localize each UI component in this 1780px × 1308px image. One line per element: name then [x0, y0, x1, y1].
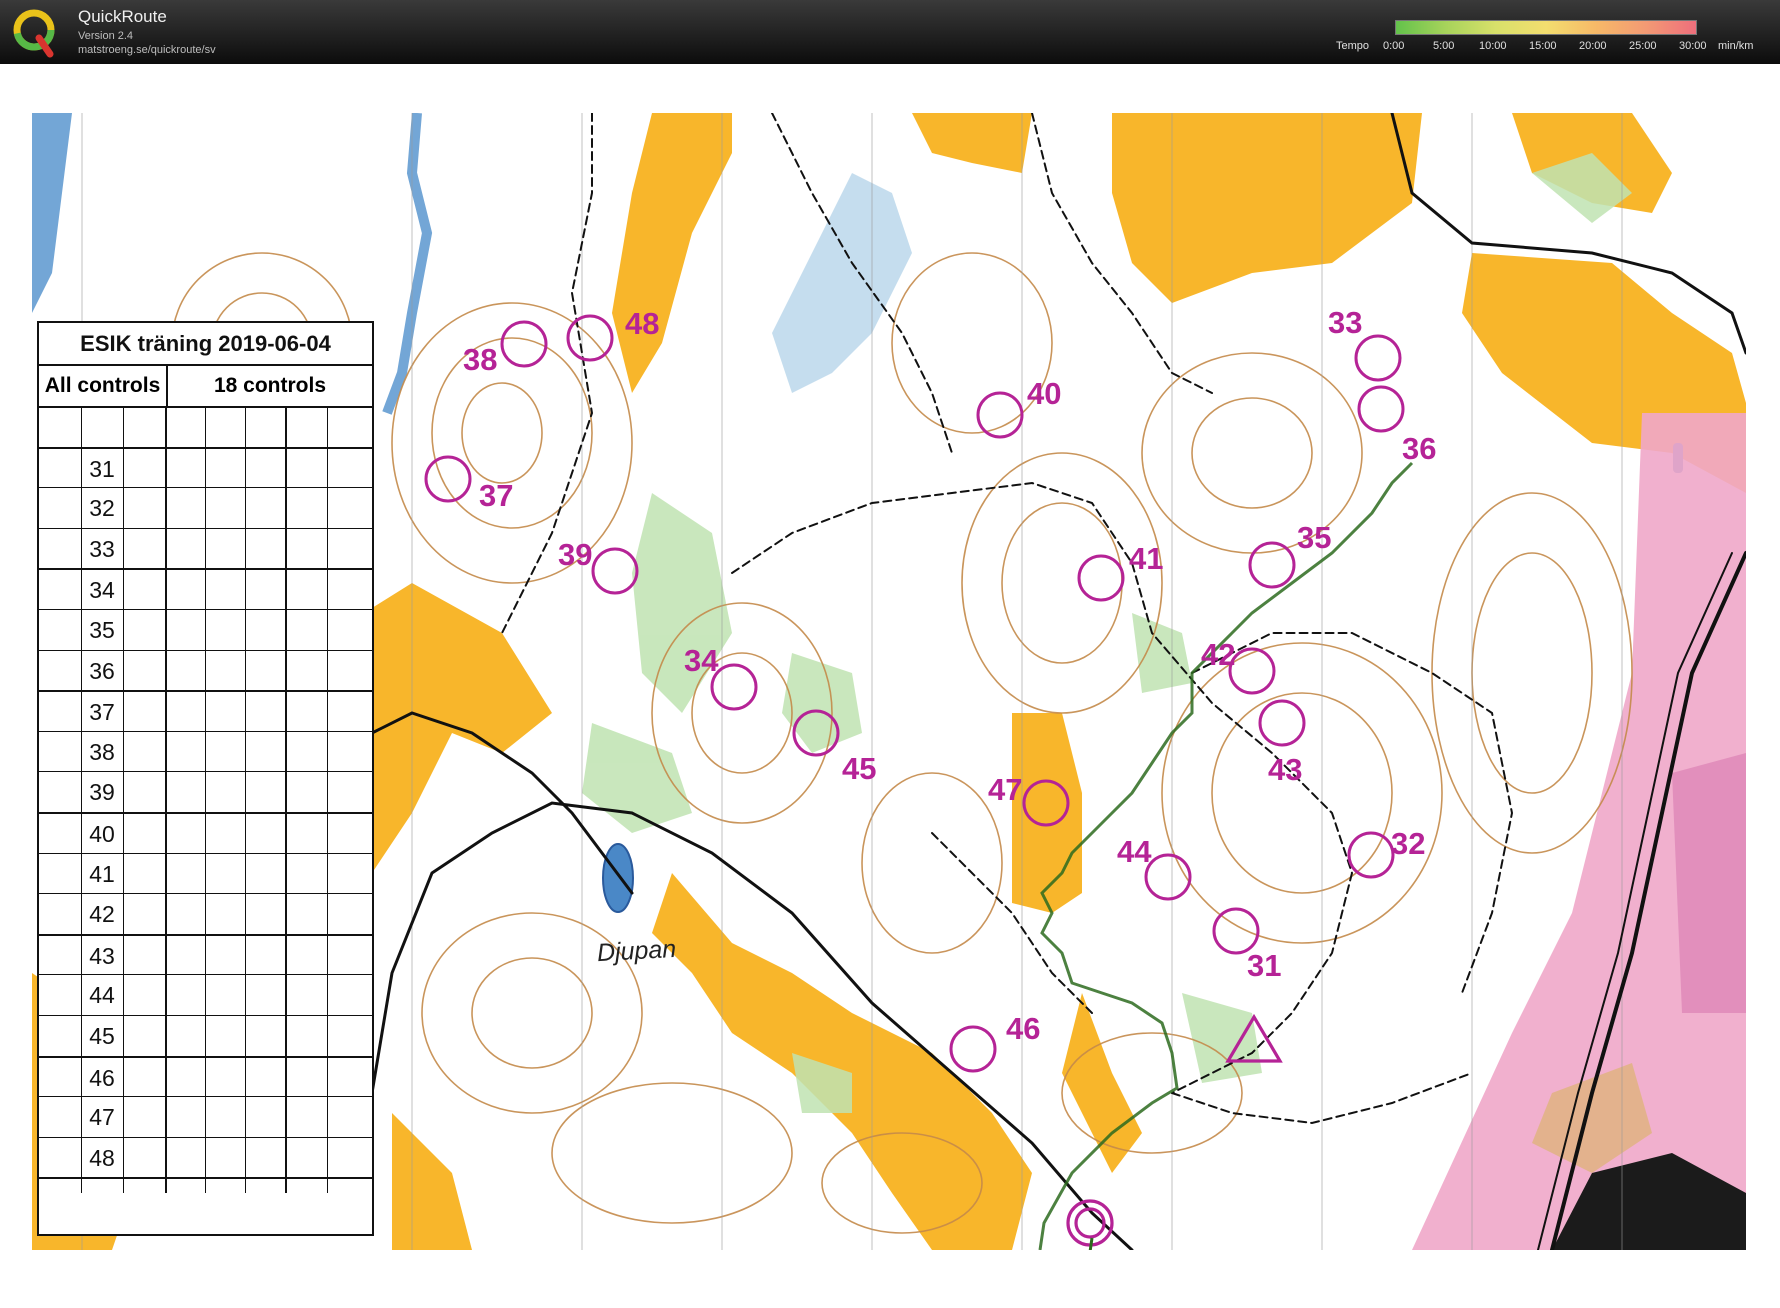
control-code: 39: [89, 779, 115, 806]
control-code: 35: [89, 617, 115, 643]
control-number: 46: [1006, 1011, 1041, 1046]
control-code: 43: [89, 942, 115, 969]
control-number: 33: [1328, 305, 1363, 340]
control-number: 38: [463, 342, 498, 377]
control-code: 48: [89, 1144, 115, 1171]
control-description-sheet: ESIK träning 2019-06-04 All controls 18 …: [37, 321, 374, 1236]
app-version: Version 2.4: [78, 30, 134, 42]
control-number: 37: [479, 478, 514, 513]
control-code: 38: [89, 738, 115, 765]
app-header: QuickRoute Version 2.4 matstroeng.se/qui…: [0, 0, 1780, 64]
control-number: 32: [1391, 826, 1426, 861]
quickroute-logo-icon: [13, 9, 55, 58]
control-code: 45: [89, 1023, 115, 1049]
control-code: 44: [89, 982, 115, 1009]
tempo-tick: 20:00: [1579, 40, 1607, 52]
control-number: 36: [1402, 431, 1437, 466]
control-number: 44: [1117, 834, 1152, 869]
tempo-label: Tempo: [1336, 40, 1370, 52]
control-code: 37: [89, 699, 115, 726]
control-code: 42: [89, 901, 115, 928]
control-code: 47: [89, 1104, 115, 1131]
app-url[interactable]: matstroeng.se/quickroute/sv: [78, 44, 216, 56]
control-number: 31: [1247, 948, 1282, 983]
tempo-tick: 5:00: [1433, 40, 1455, 52]
control-number: 42: [1201, 637, 1236, 672]
grid-line: [327, 406, 328, 1193]
lake-djupan: [602, 843, 634, 913]
control-number: 45: [842, 751, 877, 786]
control-code: 31: [89, 455, 115, 482]
place-label-djupan: Djupan: [596, 934, 677, 968]
tempo-tick: 10:00: [1479, 40, 1507, 52]
control-code: 34: [89, 577, 115, 604]
grid-line: [81, 406, 82, 1193]
control-number: 47: [988, 772, 1023, 807]
tempo-color-scale: [1395, 20, 1697, 35]
control-number: 48: [625, 306, 660, 341]
tempo-tick: 0:00: [1383, 40, 1405, 52]
grid-line: [285, 406, 287, 1193]
control-code: 36: [89, 657, 115, 684]
control-code: 33: [89, 535, 115, 562]
control-number: 34: [684, 643, 719, 678]
tempo-tick: 25:00: [1629, 40, 1657, 52]
control-code: 46: [89, 1064, 115, 1091]
tempo-tick: 15:00: [1529, 40, 1557, 52]
control-number: 39: [558, 537, 593, 572]
grid-line: [245, 406, 246, 1193]
control-number: 43: [1268, 752, 1303, 787]
control-code: 40: [89, 821, 115, 847]
control-number: 41: [1129, 541, 1164, 576]
tempo-unit: min/km: [1718, 40, 1754, 52]
grid-line: [205, 406, 206, 1193]
control-number: 35: [1297, 520, 1332, 555]
all-controls-label: All controls: [39, 366, 168, 406]
control-code: 32: [89, 495, 115, 522]
control-code: 41: [89, 860, 115, 887]
control-number: 40: [1027, 376, 1062, 411]
grid-line: [123, 406, 124, 1193]
grid-line: [165, 406, 167, 1193]
event-title: ESIK träning 2019-06-04: [39, 323, 372, 366]
control-count-label: 18 controls: [213, 374, 327, 397]
tempo-tick: 30:00: [1679, 40, 1707, 52]
app-name: QuickRoute: [78, 7, 167, 26]
